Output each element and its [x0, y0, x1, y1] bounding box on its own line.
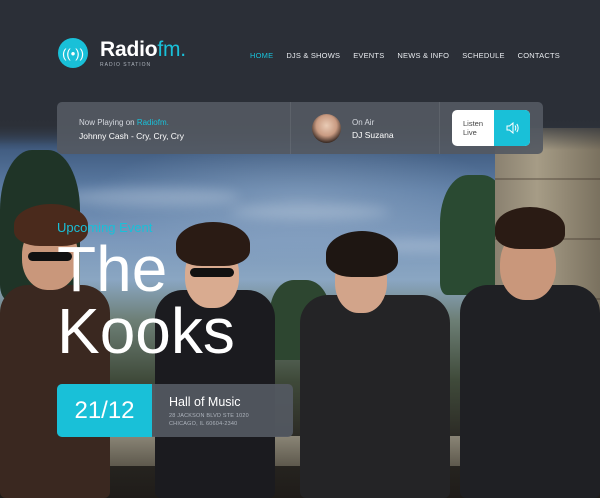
nav-item-home[interactable]: HOME — [250, 51, 273, 60]
site-logo[interactable]: ((•)) Radiofm. RADIO STATION — [58, 38, 186, 68]
main-nav: HOME DJS & SHOWS EVENTS NEWS & INFO SCHE… — [250, 51, 560, 60]
dj-name: DJ Suzana — [352, 129, 394, 140]
on-air[interactable]: On Air DJ Suzana — [312, 114, 394, 143]
venue-address: 28 JACKSON BLVD STE 1020 CHICAGO, IL 606… — [169, 413, 249, 427]
now-playing: Now Playing on Radiofm. Johnny Cash - Cr… — [79, 118, 184, 141]
event-date: 21/12 — [57, 384, 152, 437]
listen-live-label: Listen Live — [463, 119, 484, 137]
radio-waves-icon: ((•)) — [58, 38, 88, 68]
divider — [290, 102, 291, 154]
dj-avatar — [312, 114, 341, 143]
nav-item-news-info[interactable]: NEWS & INFO — [397, 51, 449, 60]
now-playing-label: Now Playing on Radiofm. — [79, 118, 169, 127]
now-playing-track: Johnny Cash - Cry, Cry, Cry — [79, 131, 185, 141]
logo-tagline: RADIO STATION — [100, 61, 152, 68]
nav-item-contacts[interactable]: CONTACTS — [518, 51, 560, 60]
event-card[interactable]: 21/12 Hall of Music 28 JACKSON BLVD STE … — [57, 384, 293, 437]
radio-player-bar: Now Playing on Radiofm. Johnny Cash - Cr… — [57, 102, 543, 154]
nav-item-schedule[interactable]: SCHEDULE — [462, 51, 504, 60]
event-title[interactable]: The Kooks — [57, 237, 377, 363]
logo-name: Radiofm. — [100, 37, 186, 61]
nav-item-djs-shows[interactable]: DJS & SHOWS — [286, 51, 340, 60]
on-air-label: On Air — [352, 117, 375, 127]
speaker-icon[interactable] — [494, 110, 530, 146]
listen-live-button[interactable]: Listen Live — [452, 110, 530, 146]
venue-name: Hall of Music — [169, 395, 241, 409]
nav-item-events[interactable]: EVENTS — [353, 51, 384, 60]
divider — [439, 102, 440, 154]
